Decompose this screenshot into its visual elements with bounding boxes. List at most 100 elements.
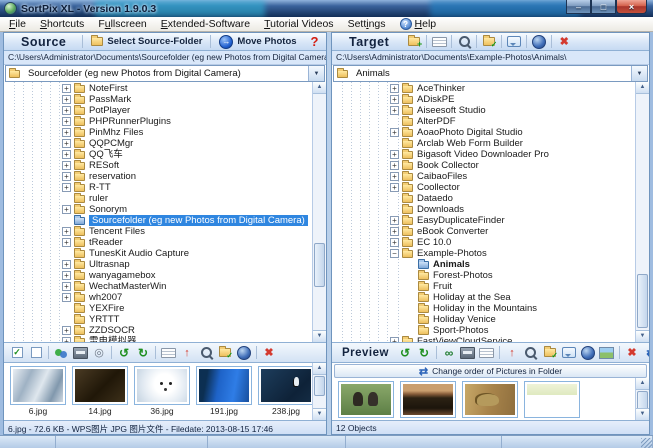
apply-folder-icon[interactable]: [480, 34, 498, 49]
source-thumbnail-scrollbar[interactable]: ▲ ▼: [312, 363, 326, 420]
tree-item[interactable]: + Bigasoft Video Downloader Pro: [332, 148, 635, 160]
preview-thumbnail-scrollbar[interactable]: ▲ ▼: [635, 378, 649, 420]
scroll-down-icon[interactable]: ▼: [313, 408, 326, 420]
tree-item[interactable]: + PassMark: [4, 93, 312, 105]
search-icon[interactable]: [522, 345, 540, 360]
scroll-down-icon[interactable]: ▼: [636, 408, 649, 420]
tree-expander-icon[interactable]: +: [390, 216, 399, 225]
tree-expander-icon[interactable]: +: [390, 172, 399, 181]
tree-expander-icon[interactable]: +: [390, 183, 399, 192]
menu-item-fullscreen[interactable]: Fullscreen: [91, 18, 153, 30]
title-bar[interactable]: SortPix XL - Version 1.9.0.3 – □ ×: [0, 0, 653, 17]
tree-item[interactable]: + Tencent Files: [4, 225, 312, 237]
tree-item[interactable]: + AceThinker: [332, 82, 635, 94]
tree-item[interactable]: YRTTT: [4, 313, 312, 325]
tree-item[interactable]: + PotPlayer: [4, 104, 312, 116]
tree-item[interactable]: + tReader: [4, 236, 312, 248]
tree-item[interactable]: AlterPDF: [332, 115, 635, 127]
undo-icon[interactable]: [235, 345, 253, 360]
source-folder-dropdown[interactable]: Sourcefolder (eg new Photos from Digital…: [5, 65, 325, 82]
tree-item[interactable]: Arclab Web Form Builder: [332, 137, 635, 149]
tree-item[interactable]: Holiday at the Sea: [332, 291, 635, 303]
tree-item[interactable]: TunesKit Audio Capture: [4, 247, 312, 259]
tree-expander-icon[interactable]: +: [390, 238, 399, 247]
tree-item[interactable]: ruler: [4, 192, 312, 204]
rotate-right-icon[interactable]: ↻: [134, 345, 152, 360]
menu-item-file[interactable]: File: [2, 18, 33, 30]
tree-expander-icon[interactable]: +: [62, 139, 71, 148]
tree-expander-icon[interactable]: +: [62, 282, 71, 291]
thumbnail[interactable]: 238.jpg: [258, 366, 314, 416]
tree-item[interactable]: + PHPRunnerPlugins: [4, 115, 312, 127]
tree-expander-icon[interactable]: +: [390, 227, 399, 236]
select-source-folder-button[interactable]: Select Source-Folder: [85, 35, 208, 47]
new-folder-icon[interactable]: [405, 34, 423, 49]
tree-expander-icon[interactable]: +: [62, 183, 71, 192]
apply-folder-icon[interactable]: [216, 345, 234, 360]
tree-item[interactable]: + eBook Converter: [332, 225, 635, 237]
delete-icon[interactable]: ✖: [623, 345, 641, 360]
audio-icon[interactable]: ◎: [90, 345, 108, 360]
tree-expander-icon[interactable]: +: [62, 337, 71, 342]
tree-item[interactable]: + NoteFirst: [4, 82, 312, 94]
tree-expander-icon[interactable]: +: [62, 227, 71, 236]
tree-item[interactable]: Sourcefolder (eg new Photos from Digital…: [4, 214, 312, 226]
scrollbar-thumb[interactable]: [314, 376, 325, 396]
move-photos-button[interactable]: → Move Photos: [213, 34, 302, 49]
tree-expander-icon[interactable]: +: [390, 128, 399, 137]
thumbnail[interactable]: [338, 381, 394, 418]
picture-icon[interactable]: [598, 345, 616, 360]
scrollbar-thumb[interactable]: [637, 274, 648, 329]
binoculars-icon[interactable]: ∞: [440, 345, 458, 360]
tree-item[interactable]: + QQ飞车: [4, 148, 312, 160]
tree-item[interactable]: + AoaoPhoto Digital Studio: [332, 126, 635, 138]
upload-icon[interactable]: ↑: [503, 345, 521, 360]
scroll-down-icon[interactable]: ▼: [636, 330, 649, 342]
rotate-right-icon[interactable]: ↻: [415, 345, 433, 360]
tree-item[interactable]: + Book Collector: [332, 159, 635, 171]
tree-item[interactable]: Sport-Photos: [332, 324, 635, 336]
tree-expander-icon[interactable]: +: [62, 161, 71, 170]
target-tree-scrollbar[interactable]: ▲ ▼: [635, 82, 649, 342]
tree-expander-icon[interactable]: +: [62, 260, 71, 269]
tree-expander-icon[interactable]: +: [62, 117, 71, 126]
search-icon[interactable]: [197, 345, 215, 360]
resize-grip[interactable]: [641, 438, 652, 448]
chevron-down-icon[interactable]: ▼: [308, 66, 324, 81]
tree-item[interactable]: − Example-Photos: [332, 247, 635, 259]
tree-item[interactable]: + WechatMasterWin: [4, 280, 312, 292]
tree-expander-icon[interactable]: +: [390, 150, 399, 159]
tree-item[interactable]: Animals: [332, 258, 635, 270]
tree-item[interactable]: + FastViewCloudService: [332, 335, 635, 342]
slideshow-icon[interactable]: [459, 345, 477, 360]
tree-expander-icon[interactable]: +: [62, 205, 71, 214]
tree-expander-icon[interactable]: +: [62, 150, 71, 159]
tree-expander-icon[interactable]: +: [390, 337, 399, 342]
tree-item[interactable]: + ZZDSOCR: [4, 324, 312, 336]
close-button[interactable]: ×: [616, 0, 647, 14]
chevron-down-icon[interactable]: ▼: [631, 66, 647, 81]
delete-icon[interactable]: ✖: [555, 34, 573, 49]
apply-folder-icon[interactable]: [541, 345, 559, 360]
tree-item[interactable]: + RESoft: [4, 159, 312, 171]
tree-item[interactable]: Dataedo: [332, 192, 635, 204]
tree-item[interactable]: Holiday Venice: [332, 313, 635, 325]
tree-item[interactable]: + R-TT: [4, 181, 312, 193]
tree-expander-icon[interactable]: +: [62, 128, 71, 137]
tree-item[interactable]: + reservation: [4, 170, 312, 182]
tree-expander-icon[interactable]: +: [62, 271, 71, 280]
undo-icon[interactable]: [530, 34, 548, 49]
maximize-button[interactable]: □: [591, 0, 616, 14]
thumbnail[interactable]: [524, 381, 580, 418]
thumbnail[interactable]: 36.jpg: [134, 366, 190, 416]
tree-item[interactable]: + PinMhz Files: [4, 126, 312, 138]
tree-expander-icon[interactable]: +: [390, 95, 399, 104]
thumbnail[interactable]: 6.jpg: [10, 366, 66, 416]
rotate-left-icon[interactable]: ↺: [396, 345, 414, 360]
rename-icon[interactable]: [478, 345, 496, 360]
feedback-icon[interactable]: [505, 34, 523, 49]
delete-icon[interactable]: ✖: [260, 345, 278, 360]
tree-item[interactable]: + wh2007: [4, 291, 312, 303]
tree-expander-icon[interactable]: +: [62, 326, 71, 335]
rotate-left-icon[interactable]: ↺: [115, 345, 133, 360]
